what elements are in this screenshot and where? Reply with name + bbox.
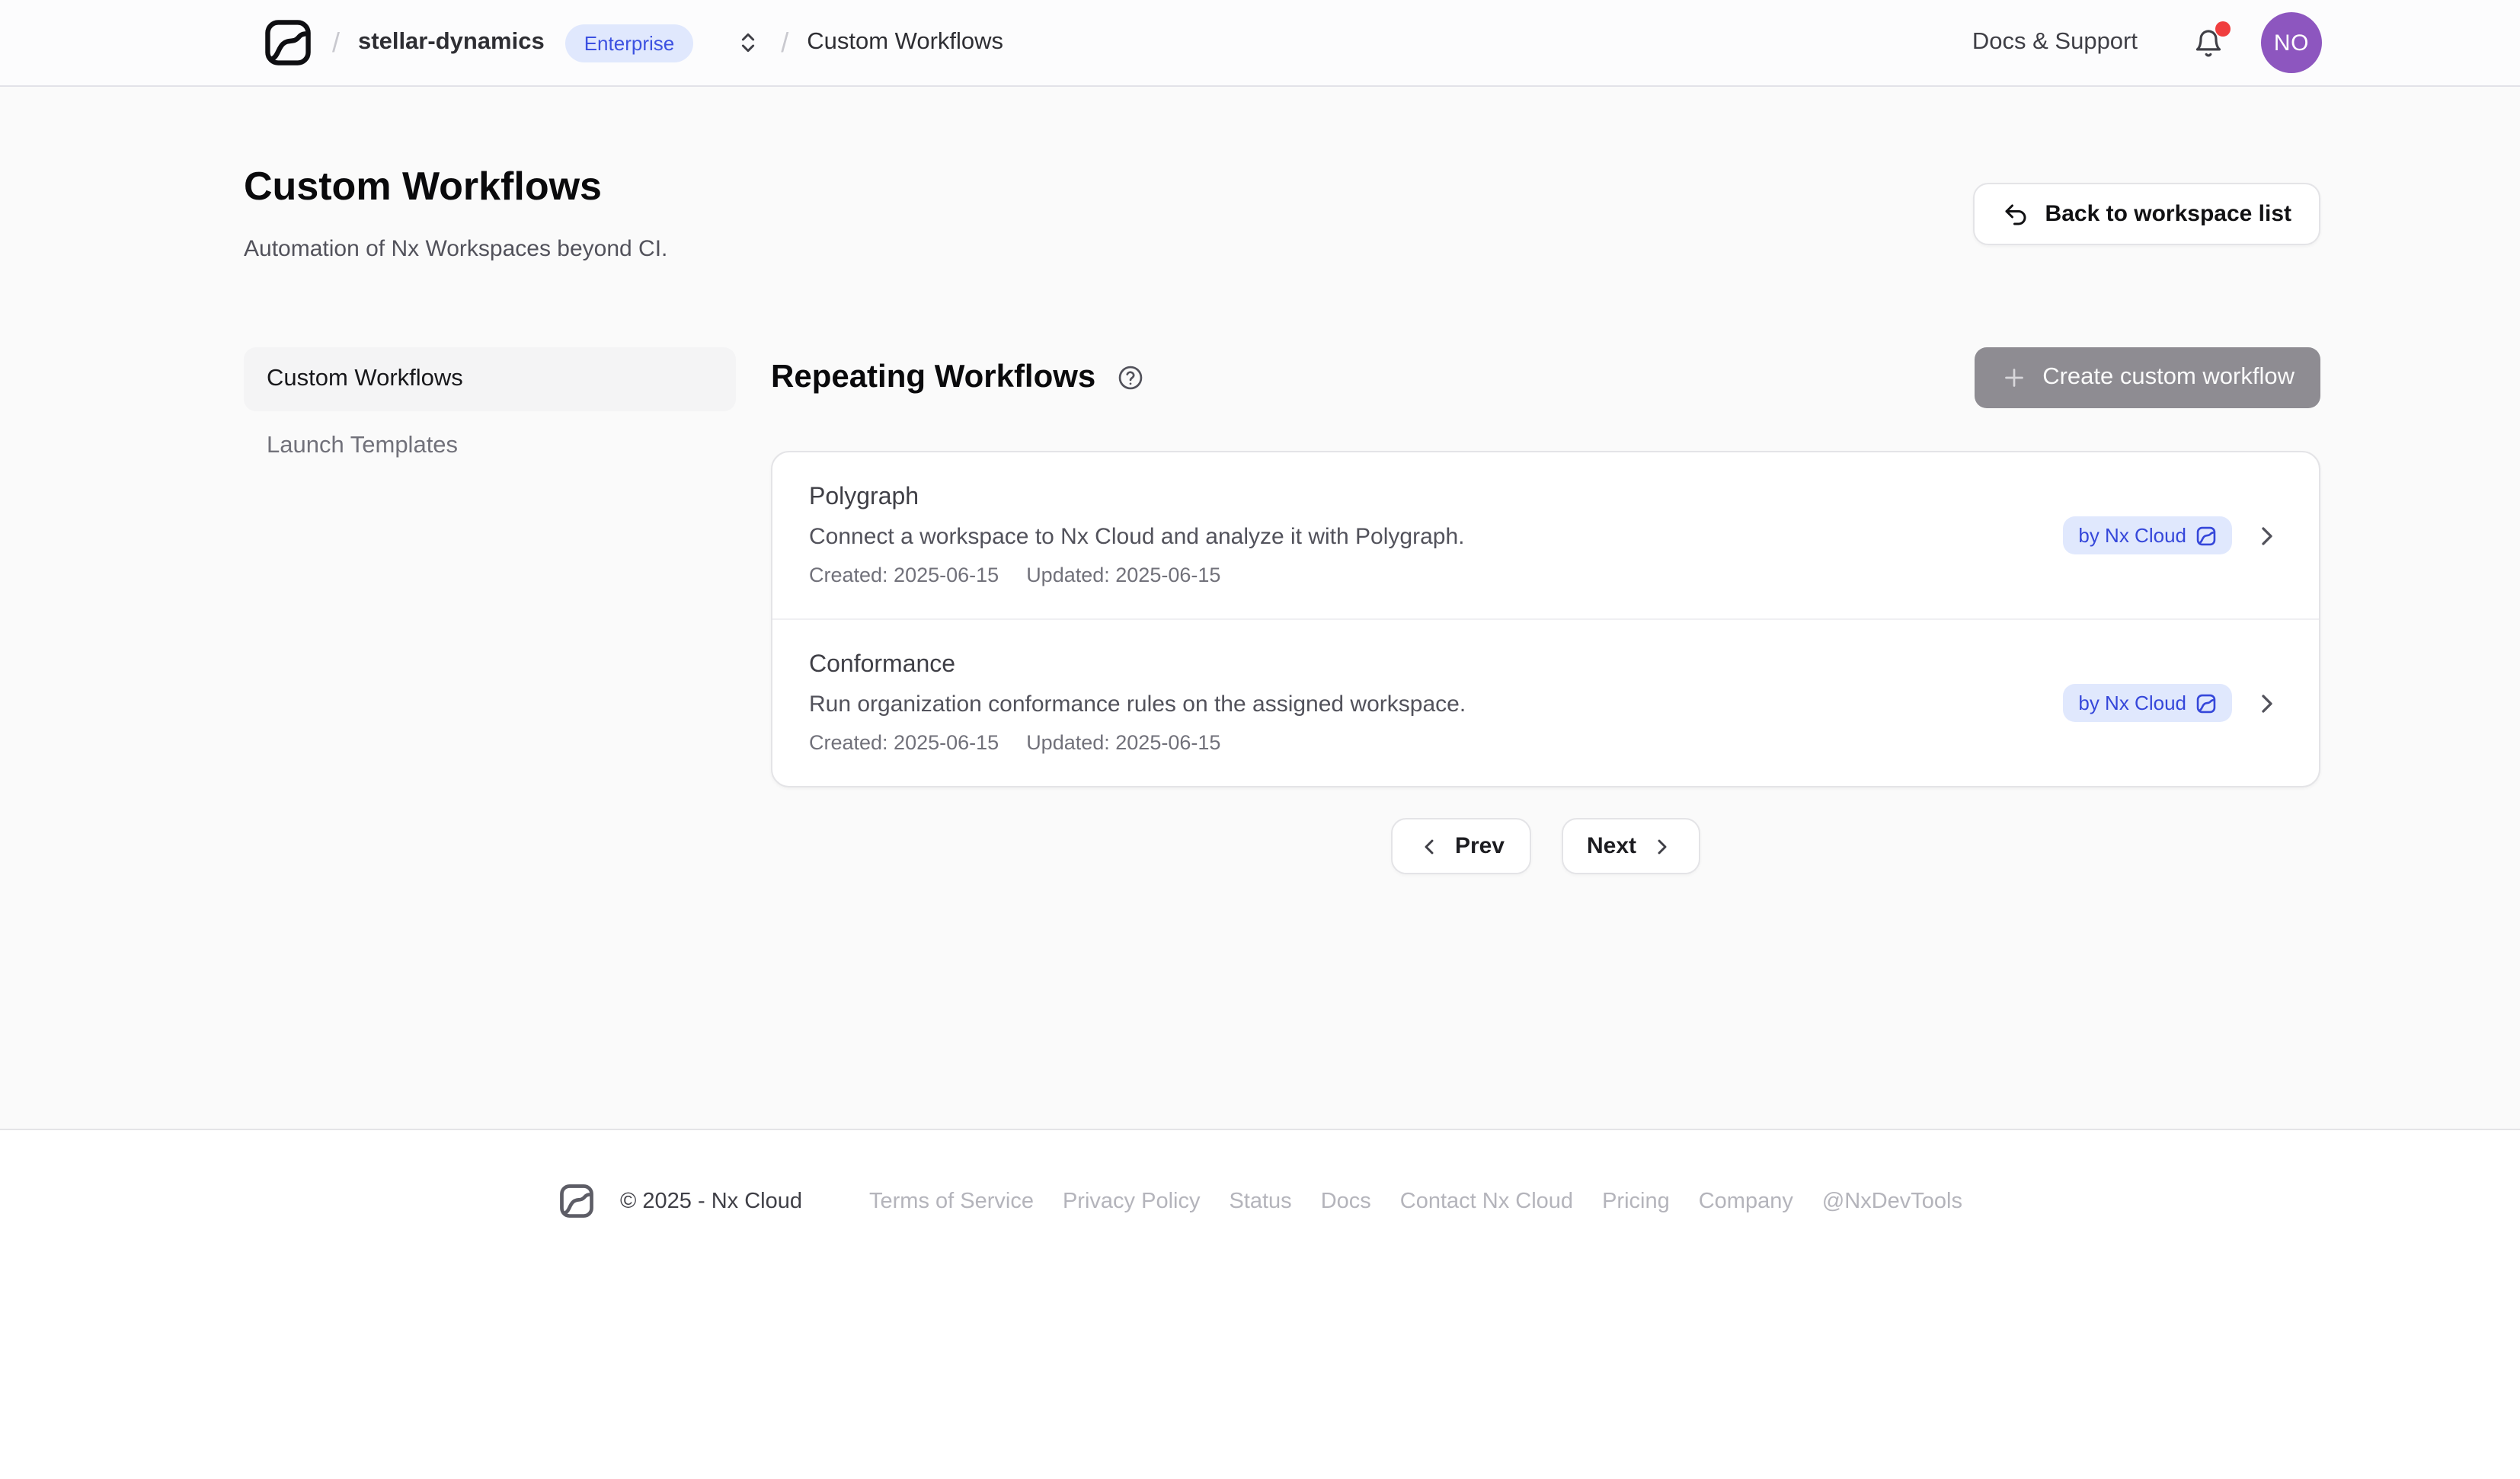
footer-link-privacy[interactable]: Privacy Policy — [1063, 1189, 1201, 1213]
nx-cloud-logo-icon[interactable] — [262, 17, 314, 69]
breadcrumb: / stellar-dynamics Enterprise / Custom W… — [262, 17, 1003, 69]
breadcrumb-separator: / — [332, 27, 340, 59]
plus-icon — [2000, 364, 2027, 391]
workflow-info: Conformance Run organization conformance… — [809, 652, 2063, 754]
chevron-right-icon — [2252, 688, 2282, 718]
repeating-workflows-section: Repeating Workflows Create custom workfl… — [771, 347, 2320, 874]
section-header: Repeating Workflows Create custom workfl… — [771, 347, 2320, 408]
prev-button-label: Prev — [1455, 833, 1505, 859]
page-title-block: Custom Workflows Automation of Nx Worksp… — [244, 163, 667, 262]
footer-link-status[interactable]: Status — [1229, 1189, 1291, 1213]
pagination: Prev Next — [771, 818, 2320, 874]
next-button-label: Next — [1587, 833, 1636, 859]
nx-logo-icon — [2195, 525, 2217, 546]
next-page-button[interactable]: Next — [1561, 818, 1700, 874]
workflow-row-polygraph[interactable]: Polygraph Connect a workspace to Nx Clou… — [772, 452, 2319, 618]
page-title: Custom Workflows — [244, 163, 667, 209]
breadcrumb-separator: / — [781, 27, 788, 59]
footer-link-company[interactable]: Company — [1699, 1189, 1793, 1213]
workflow-description: Run organization conformance rules on th… — [809, 692, 2063, 717]
chevron-right-icon — [1650, 834, 1674, 858]
footer-link-docs[interactable]: Docs — [1321, 1189, 1371, 1213]
workflow-row-conformance[interactable]: Conformance Run organization conformance… — [772, 618, 2319, 786]
page-subtitle: Automation of Nx Workspaces beyond CI. — [244, 236, 667, 262]
workflow-created: Created: 2025-06-15 — [809, 564, 999, 586]
footer-links: Terms of Service Privacy Policy Status D… — [869, 1189, 1962, 1213]
breadcrumb-org-name[interactable]: stellar-dynamics — [358, 29, 545, 56]
workflow-name: Conformance — [809, 652, 2063, 679]
plan-badge: Enterprise — [566, 24, 693, 62]
app-footer: © 2025 - Nx Cloud Terms of Service Priva… — [0, 1129, 2520, 1479]
help-icon[interactable] — [1117, 364, 1144, 391]
docs-support-link[interactable]: Docs & Support — [1972, 29, 2138, 56]
page-header: Custom Workflows Automation of Nx Worksp… — [244, 163, 2320, 262]
section-title: Repeating Workflows — [771, 359, 1095, 396]
workflow-name: Polygraph — [809, 484, 2063, 512]
workflow-updated: Updated: 2025-06-15 — [1026, 564, 1220, 586]
undo-arrow-icon — [2003, 200, 2030, 228]
org-switcher-button[interactable] — [732, 27, 763, 58]
chevrons-up-down-icon — [735, 30, 760, 55]
prev-page-button[interactable]: Prev — [1391, 818, 1530, 874]
by-nx-cloud-badge: by Nx Cloud — [2063, 684, 2232, 722]
breadcrumb-current-page: Custom Workflows — [807, 29, 1003, 56]
main-content: Custom Workflows Automation of Nx Worksp… — [0, 87, 2520, 1129]
app-window: / stellar-dynamics Enterprise / Custom W… — [0, 0, 2520, 1479]
badge-label: by Nx Cloud — [2078, 692, 2186, 714]
footer-link-terms[interactable]: Terms of Service — [869, 1189, 1034, 1213]
workflow-updated: Updated: 2025-06-15 — [1026, 731, 1220, 754]
create-button-label: Create custom workflow — [2042, 364, 2295, 391]
create-custom-workflow-button[interactable]: Create custom workflow — [1974, 347, 2320, 408]
nx-logo-icon — [2195, 692, 2217, 714]
user-avatar[interactable]: NO — [2261, 12, 2322, 73]
back-button-label: Back to workspace list — [2045, 201, 2291, 227]
footer-content: © 2025 - Nx Cloud Terms of Service Priva… — [558, 1182, 1962, 1220]
footer-link-contact[interactable]: Contact Nx Cloud — [1400, 1189, 1573, 1213]
app-header: / stellar-dynamics Enterprise / Custom W… — [0, 0, 2520, 87]
badge-label: by Nx Cloud — [2078, 524, 2186, 547]
workflow-meta: Created: 2025-06-15 Updated: 2025-06-15 — [809, 731, 2063, 754]
content-row: Custom Workflows Launch Templates Repeat… — [244, 347, 2320, 874]
notifications-button[interactable] — [2192, 27, 2224, 59]
sidebar-item-label: Custom Workflows — [267, 366, 463, 393]
sidebar-item-custom-workflows[interactable]: Custom Workflows — [244, 347, 736, 411]
sidebar-nav: Custom Workflows Launch Templates — [244, 347, 736, 874]
workflow-info: Polygraph Connect a workspace to Nx Clou… — [809, 484, 2063, 586]
sidebar-item-launch-templates[interactable]: Launch Templates — [244, 414, 736, 478]
workflow-description: Connect a workspace to Nx Cloud and anal… — [809, 524, 2063, 550]
nx-cloud-footer-logo-icon — [558, 1182, 596, 1220]
notification-dot — [2215, 21, 2231, 36]
back-to-workspace-list-button[interactable]: Back to workspace list — [1974, 183, 2320, 245]
chevron-left-icon — [1417, 834, 1441, 858]
footer-link-nxdevtools[interactable]: @NxDevTools — [1822, 1189, 1962, 1213]
workflow-list: Polygraph Connect a workspace to Nx Clou… — [771, 451, 2320, 787]
workflow-created: Created: 2025-06-15 — [809, 731, 999, 754]
copyright-text: © 2025 - Nx Cloud — [620, 1189, 802, 1213]
sidebar-item-label: Launch Templates — [267, 433, 458, 460]
by-nx-cloud-badge: by Nx Cloud — [2063, 516, 2232, 554]
header-actions: Docs & Support NO — [1972, 12, 2322, 73]
chevron-right-icon — [2252, 520, 2282, 551]
footer-link-pricing[interactable]: Pricing — [1602, 1189, 1670, 1213]
workflow-meta: Created: 2025-06-15 Updated: 2025-06-15 — [809, 564, 2063, 586]
